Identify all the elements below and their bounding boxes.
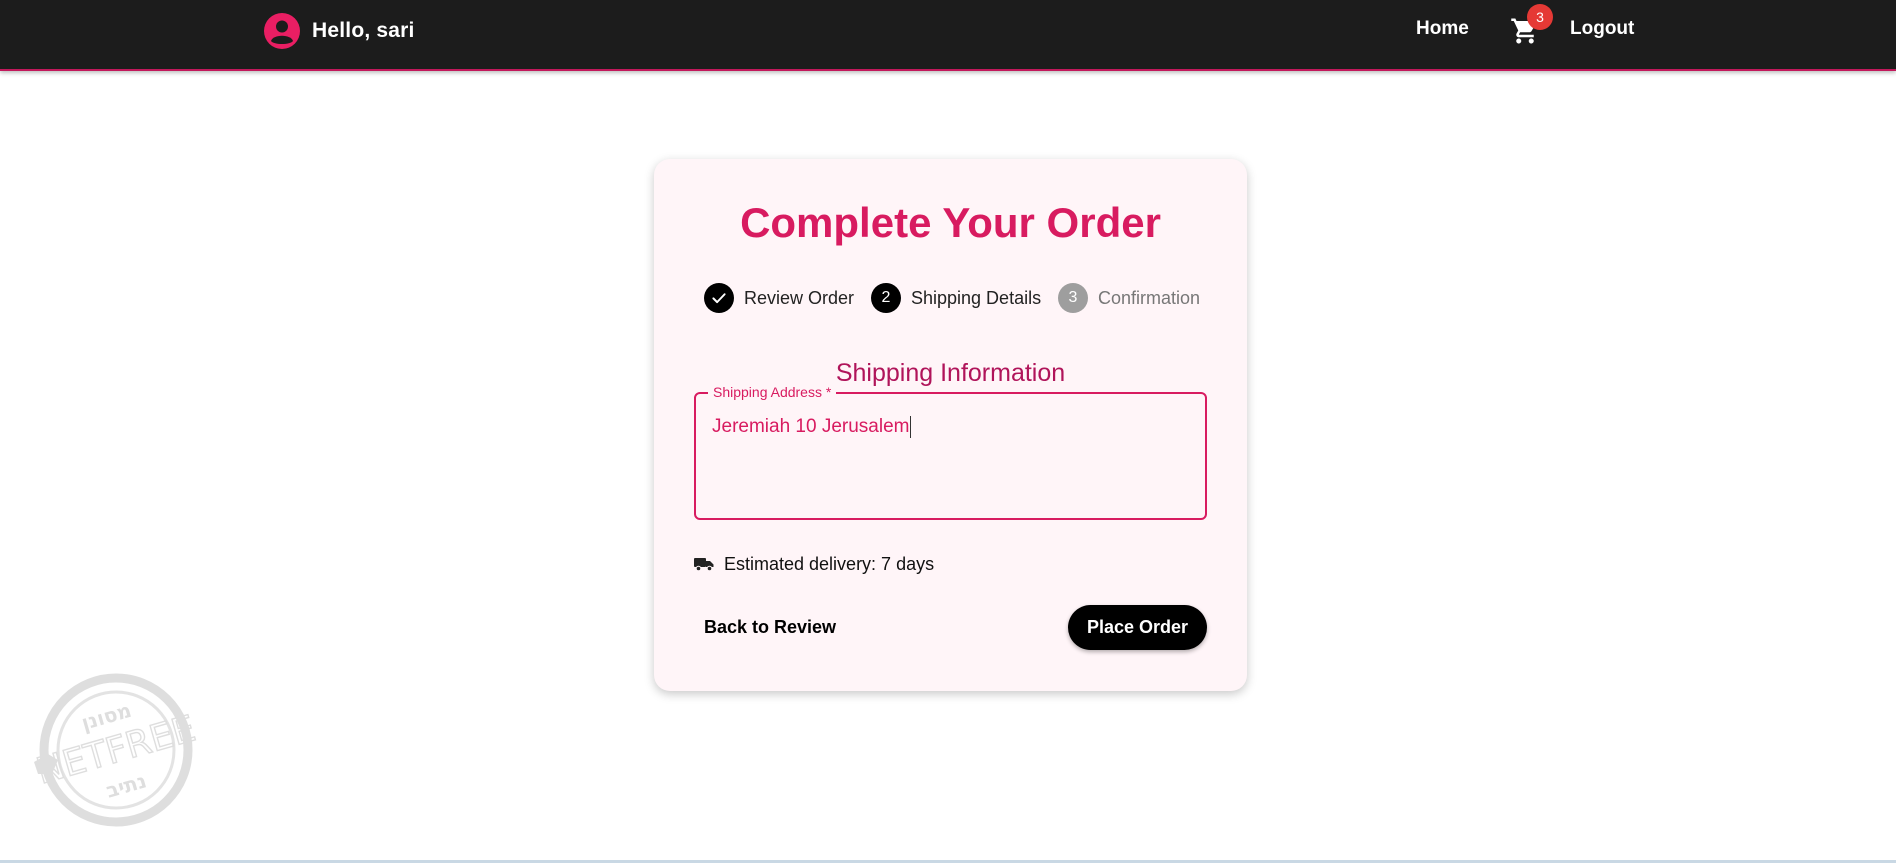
shipping-address-value: Jeremiah 10 Jerusalem [712,416,910,438]
step-review-order: Review Order [704,283,854,313]
step-label: Review Order [744,287,855,308]
greeting-text: Hello, sari [312,19,415,42]
step-shipping-details: 2 Shipping Details [871,283,1041,313]
watermark-bottom-text: נתיב [103,768,149,802]
account-circle-icon [264,13,300,49]
back-to-review-button[interactable]: Back to Review [694,605,846,649]
delivery-text: Estimated delivery: 7 days [724,553,935,574]
step-number: 3 [1058,283,1088,313]
step-number: 2 [871,283,901,313]
cart-count-badge: 3 [1527,4,1553,30]
delivery-estimate: Estimated delivery: 7 days [694,552,934,576]
step-label: Confirmation [1098,287,1201,308]
truck-icon [694,558,714,572]
step-label: Shipping Details [911,287,1042,308]
step-completed-circle [704,283,734,313]
nav-home-link[interactable]: Home [1416,18,1469,40]
checkout-card: Complete Your Order Review Order 2 Shipp… [654,159,1247,691]
shipping-address-input[interactable]: Jeremiah 10 Jerusalem [712,416,912,438]
text-caret [910,416,912,438]
nav-logout-link[interactable]: Logout [1570,18,1634,40]
shipping-address-field[interactable]: Shipping Address * Jeremiah 10 Jerusalem [694,384,1207,520]
user-greeting: Hello, sari [264,13,415,49]
netfree-watermark-logo: מסונן NETFREE נתיב [31,673,201,827]
page-title: Complete Your Order [740,199,1161,246]
top-navbar: Hello, sari Home 3 Logout [0,0,1896,71]
check-icon [712,293,726,304]
step-confirmation: 3 Confirmation [1058,283,1200,313]
place-order-button[interactable]: Place Order [1068,605,1207,650]
shipping-address-label: Shipping Address * [708,384,837,400]
